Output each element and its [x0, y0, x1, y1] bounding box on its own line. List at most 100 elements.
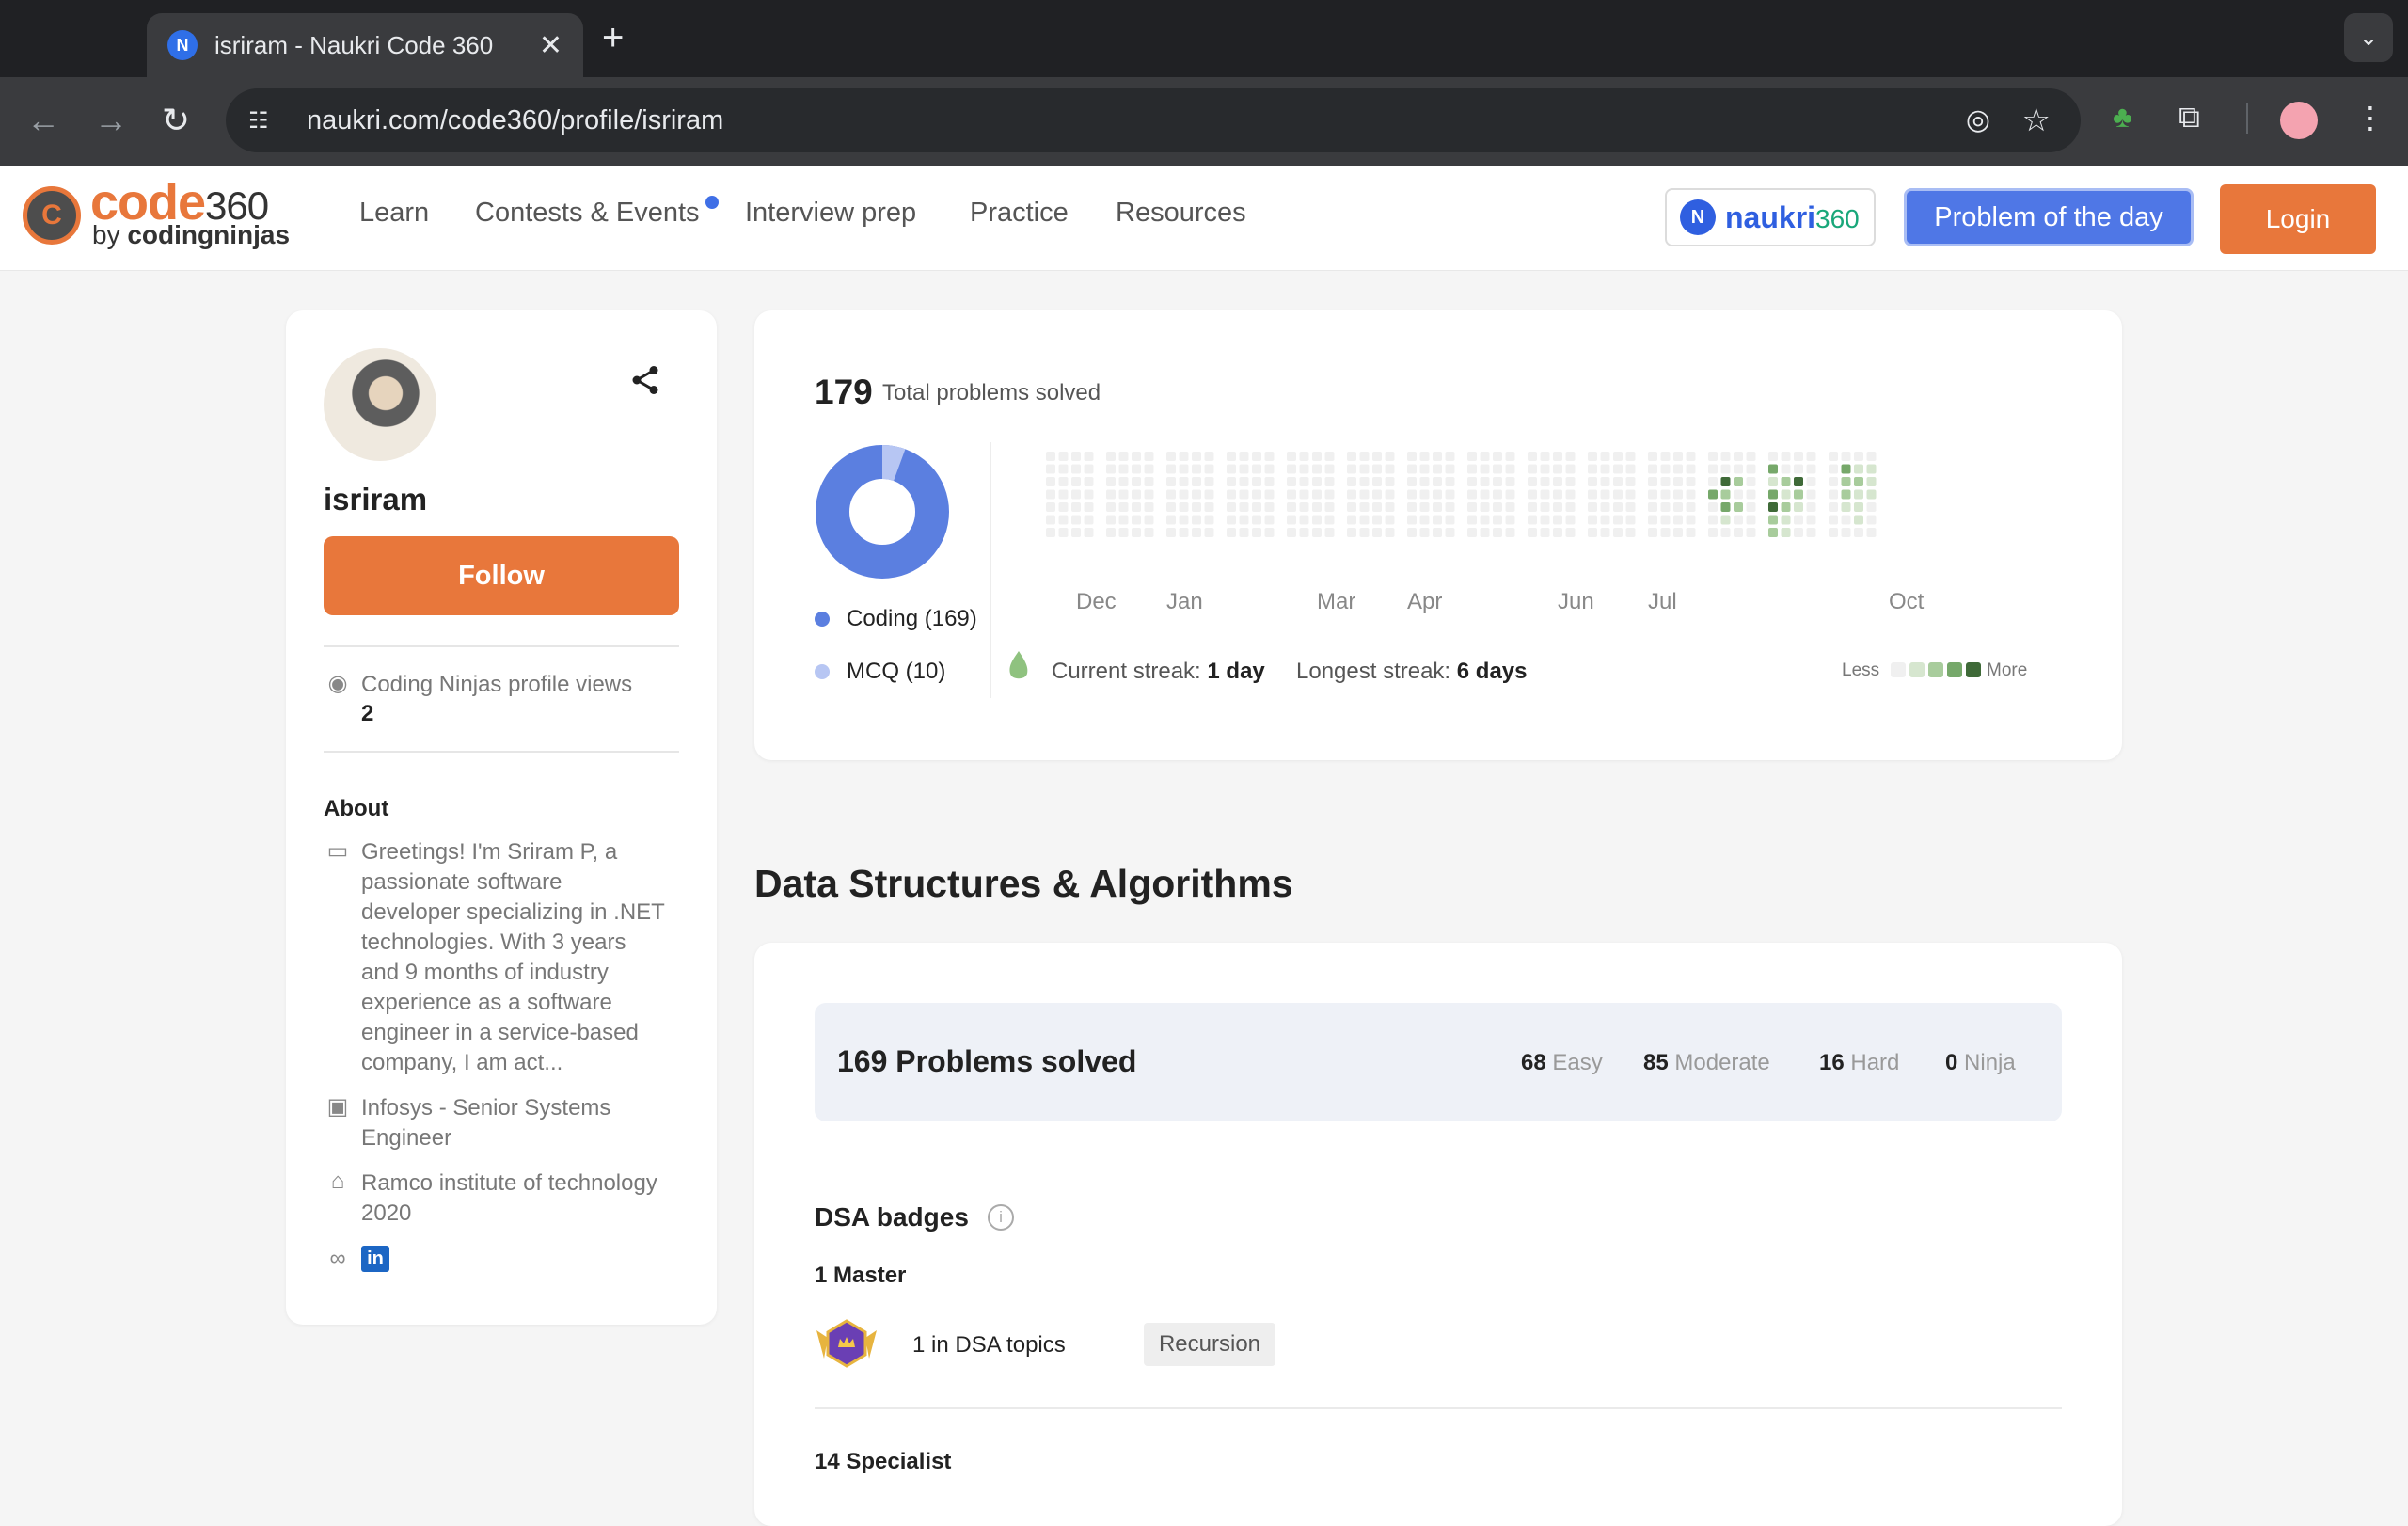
- heatmap-cell: [1179, 477, 1189, 486]
- profile-avatar-icon[interactable]: [2280, 102, 2318, 139]
- forward-arrow-icon[interactable]: →: [94, 102, 128, 139]
- nav-learn[interactable]: Learn: [359, 198, 429, 229]
- difficulty-count: 16: [1819, 1050, 1845, 1075]
- heatmap-cell: [1806, 489, 1816, 500]
- heatmap-cell: [1287, 477, 1296, 486]
- legend-label: MCQ (10): [847, 659, 946, 684]
- code360-logo-icon[interactable]: C: [23, 186, 81, 245]
- heatmap-cell: [1806, 464, 1816, 474]
- nav-practice[interactable]: Practice: [970, 198, 1069, 229]
- heatmap-cell: [1118, 502, 1129, 512]
- heatmap-cell: [1433, 528, 1442, 537]
- heatmap-cell: [1829, 464, 1838, 474]
- heatmap-cell: [1372, 515, 1382, 525]
- heatmap-cell: [1781, 528, 1791, 537]
- heatmap-cell: [1071, 528, 1081, 537]
- eye-off-icon[interactable]: ◎: [1966, 103, 1990, 136]
- tree-extension-icon[interactable]: ♣: [2113, 100, 2132, 135]
- heatmap-cell: [1829, 515, 1838, 525]
- naukri360-button[interactable]: N naukri360: [1665, 188, 1876, 246]
- month-label: Dec: [1076, 589, 1117, 614]
- heatmap-cell: [1505, 502, 1515, 512]
- education-text: Ramco institute of technology 2020: [361, 1168, 657, 1229]
- tab-search-chevron-icon[interactable]: ⌄: [2344, 13, 2393, 62]
- url-text[interactable]: naukri.com/code360/profile/isriram: [307, 105, 723, 136]
- chat-bubble-icon: ▭: [326, 838, 349, 864]
- recursion-tag[interactable]: Recursion: [1144, 1323, 1275, 1366]
- address-bar[interactable]: ☷ naukri.com/code360/profile/isriram ◎ ☆: [226, 88, 2081, 152]
- heatmap-cell: [1588, 528, 1597, 537]
- browser-tab-bar: N isriram - Naukri Code 360 ✕ + ⌄: [0, 0, 2408, 77]
- heatmap-cell: [1708, 502, 1718, 512]
- heatmap-cell: [1239, 464, 1249, 474]
- heatmap-cell: [1505, 477, 1515, 486]
- site-info-icon[interactable]: ☷: [248, 107, 282, 135]
- extensions-puzzle-icon[interactable]: ⧉: [2178, 100, 2200, 135]
- login-button[interactable]: Login: [2220, 184, 2376, 254]
- heatmap-cell: [1347, 464, 1356, 474]
- heatmap-cell: [1854, 464, 1863, 474]
- new-tab-icon[interactable]: +: [602, 17, 624, 58]
- heatmap-cell: [1046, 489, 1055, 500]
- nav-interview-prep[interactable]: Interview prep: [745, 198, 916, 229]
- heatmap-cell: [1625, 452, 1636, 461]
- follow-button[interactable]: Follow: [324, 536, 679, 615]
- browser-tab[interactable]: N isriram - Naukri Code 360 ✕: [147, 13, 583, 77]
- heatmap-cell: [1144, 515, 1154, 525]
- heatmap-cell: [1708, 464, 1718, 474]
- reload-icon[interactable]: ↻: [162, 102, 190, 139]
- heatmap-cell: [1252, 515, 1261, 525]
- heatmap-cell: [1841, 464, 1851, 474]
- nav-resources[interactable]: Resources: [1116, 198, 1246, 229]
- heatmap-cell: [1781, 452, 1791, 461]
- streak-flame-icon: [1009, 651, 1028, 679]
- problem-of-the-day-button[interactable]: Problem of the day: [1904, 188, 2194, 246]
- heatmap-cell: [1433, 464, 1442, 474]
- browser-menu-icon[interactable]: ⋮: [2355, 100, 2385, 135]
- heatmap-cell: [1312, 489, 1322, 500]
- legend-label: Coding (169): [847, 606, 977, 631]
- heatmap-cell: [1106, 502, 1116, 512]
- heatmap-cell: [1227, 452, 1236, 461]
- heatmap-cell: [1480, 464, 1490, 474]
- heatmap-cell: [1794, 489, 1803, 500]
- heatmap-cell: [1841, 477, 1851, 486]
- naukri-text: naukri: [1725, 199, 1816, 234]
- heatmap-cell: [1132, 515, 1141, 525]
- heatmap-cell: [1084, 502, 1094, 512]
- bookmark-star-icon[interactable]: ☆: [2022, 102, 2051, 139]
- heatmap-cell: [1660, 464, 1671, 474]
- heatmap-cell: [1660, 489, 1671, 500]
- heatmap-cell: [1179, 452, 1189, 461]
- heatmap-cell: [1648, 502, 1657, 512]
- share-icon[interactable]: [628, 363, 662, 397]
- heatmap-cell: [1493, 489, 1502, 500]
- back-arrow-icon[interactable]: ←: [26, 102, 60, 139]
- heatmap-cell: [1480, 502, 1490, 512]
- about-line: engineer in a service-based: [361, 1020, 639, 1045]
- nav-contests-events[interactable]: Contests & Events: [475, 198, 700, 229]
- heatmap-cell: [1071, 489, 1081, 500]
- heatmap-cell: [1385, 464, 1395, 474]
- heatmap-cell: [1720, 477, 1731, 486]
- heatmap-cell: [1540, 452, 1550, 461]
- heatmap-cell: [1252, 452, 1261, 461]
- naukri-num: 360: [1815, 203, 1860, 233]
- heatmap-cell: [1046, 515, 1055, 525]
- heatmap-cell: [1046, 464, 1055, 474]
- heatmap-cell: [1106, 528, 1116, 537]
- heatmap-cell: [1553, 515, 1562, 525]
- close-tab-icon[interactable]: ✕: [539, 29, 562, 62]
- logo-byline: by codingninjas: [92, 220, 290, 250]
- heatmap-cell: [1648, 528, 1657, 537]
- heatmap-cell: [1686, 489, 1696, 500]
- info-icon[interactable]: i: [988, 1204, 1014, 1231]
- heatmap-cell: [1312, 515, 1322, 525]
- heatmap-cell: [1445, 502, 1455, 512]
- heatmap-cell: [1493, 528, 1502, 537]
- heatmap-cell: [1419, 502, 1430, 512]
- linkedin-icon[interactable]: in: [361, 1246, 389, 1272]
- username: isriram: [324, 482, 428, 517]
- heatmap-cell: [1084, 464, 1094, 474]
- heatmap-cell: [1600, 464, 1610, 474]
